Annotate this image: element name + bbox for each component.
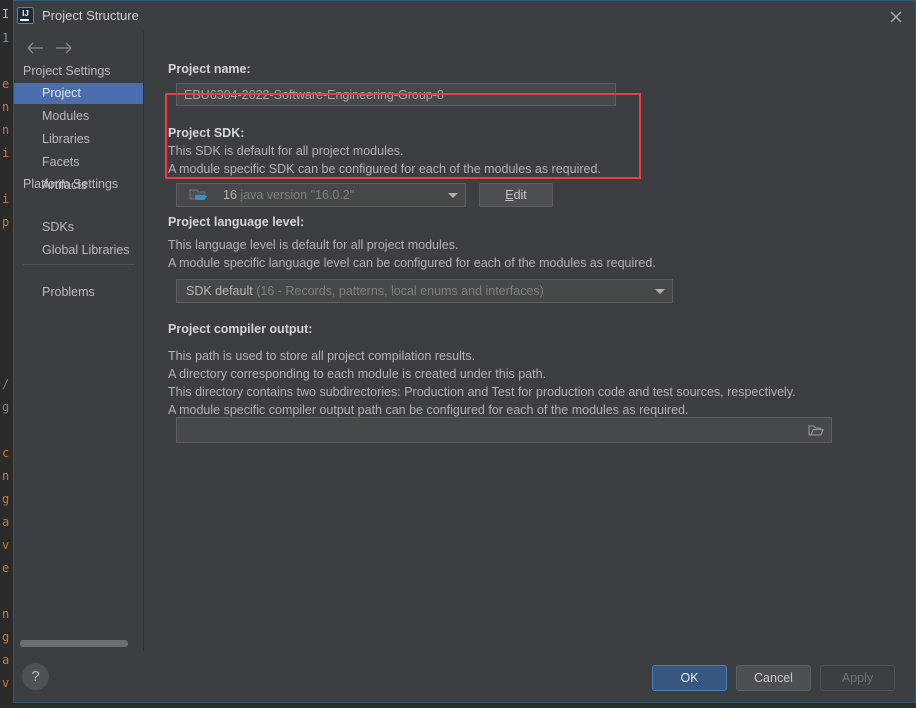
ok-button[interactable]: OK (652, 665, 727, 691)
editor-char: i (2, 192, 10, 206)
scrollbar-thumb[interactable] (20, 640, 128, 647)
editor-char: / (2, 377, 10, 391)
sidebar-item-label: Project (42, 86, 81, 100)
language-level-value: SDK default (16 - Records, patterns, loc… (186, 284, 544, 298)
sidebar-item-label: Problems (42, 285, 95, 299)
sidebar-item-label: Facets (42, 155, 80, 169)
editor-char: i (2, 146, 10, 160)
sidebar-horizontal-scrollbar[interactable] (20, 640, 142, 647)
editor-char: v (2, 538, 10, 552)
intellij-idea-icon: IJ (17, 7, 34, 24)
language-level-detail: (16 - Records, patterns, local enums and… (256, 284, 544, 298)
project-structure-dialog: IJ Project Structure Project Settings Pla (13, 0, 916, 703)
language-level-combobox[interactable]: SDK default (16 - Records, patterns, loc… (176, 279, 673, 303)
sidebar-item-label: Global Libraries (42, 243, 130, 257)
jdk-icon (189, 188, 211, 202)
arrow-right-icon[interactable] (51, 38, 77, 58)
project-sdk-combobox[interactable]: 16 java version "16.0.2" (176, 183, 466, 207)
arrow-left-icon[interactable] (23, 38, 49, 58)
editor-char: e (2, 77, 10, 91)
dialog-titlebar: IJ Project Structure (14, 1, 915, 31)
language-level-desc-2: A module specific language level can be … (168, 256, 656, 270)
sidebar-item-project[interactable]: Project (14, 83, 143, 104)
sidebar-item-problems[interactable]: Problems (14, 282, 143, 303)
editor-char: a (2, 653, 10, 667)
editor-char: c (2, 446, 10, 460)
language-level-desc-1: This language level is default for all p… (168, 238, 459, 252)
dialog-button-bar: ? OK Cancel Apply (14, 651, 915, 702)
sidebar-group-header: Project Settings (23, 64, 111, 78)
edit-sdk-button[interactable]: Edit (479, 183, 553, 207)
editor-char: n (2, 469, 10, 483)
cancel-button[interactable]: Cancel (736, 665, 811, 691)
help-icon[interactable]: ? (22, 663, 49, 690)
sidebar-item-label: Modules (42, 109, 90, 123)
sidebar-divider (23, 264, 135, 265)
editor-char: v (2, 676, 10, 690)
compiler-output-desc-3: This directory contains two subdirectori… (168, 385, 796, 399)
project-name-value: EBU6304-2022-Software-Engineering-Group-… (184, 87, 444, 102)
project-sdk-desc-1: This SDK is default for all project modu… (168, 144, 404, 158)
sidebar-item-facets[interactable]: Facets (14, 152, 143, 173)
project-name-label: Project name: (168, 62, 251, 76)
editor-char: p (2, 215, 10, 229)
sidebar-item-label: SDKs (42, 220, 74, 234)
settings-content-pane: Project name: EBU6304-2022-Software-Engi… (145, 31, 915, 652)
intellij-idea-icon-letters: IJ (22, 9, 29, 18)
apply-button[interactable]: Apply (820, 665, 895, 691)
editor-char: n (2, 123, 10, 137)
editor-char: I (2, 7, 10, 21)
dialog-title: Project Structure (42, 8, 139, 23)
navigation-arrows (14, 35, 144, 61)
project-sdk-desc-2: A module specific SDK can be configured … (168, 162, 601, 176)
sidebar-item-libraries[interactable]: Libraries (14, 129, 143, 150)
editor-char: n (2, 100, 10, 114)
project-name-input[interactable]: EBU6304-2022-Software-Engineering-Group-… (176, 83, 616, 106)
compiler-output-label: Project compiler output: (168, 322, 313, 336)
compiler-output-desc-2: A directory corresponding to each module… (168, 367, 546, 381)
compiler-output-desc-4: A module specific compiler output path c… (168, 403, 689, 417)
sidebar-item-artifacts[interactable]: Artifacts (14, 175, 143, 196)
project-sdk-value: 16 java version "16.0.2" (223, 188, 354, 202)
edit-sdk-button-label: Edit (480, 184, 552, 206)
project-sdk-version: 16 (223, 188, 237, 202)
folder-open-icon[interactable] (804, 419, 830, 441)
language-level-label: Project language level: (168, 215, 305, 229)
language-level-selected: SDK default (186, 284, 253, 298)
editor-char: e (2, 561, 10, 575)
chevron-down-icon[interactable] (441, 184, 465, 206)
sidebar-item-global-libraries[interactable]: Global Libraries (14, 240, 143, 261)
editor-char: g (2, 492, 10, 506)
sidebar-item-sdks[interactable]: SDKs (14, 217, 143, 238)
close-icon[interactable] (885, 6, 907, 28)
chevron-down-icon[interactable] (648, 280, 672, 302)
edit-sdk-rest: dit (513, 188, 527, 202)
editor-char: a (2, 515, 10, 529)
compiler-output-input[interactable] (176, 417, 832, 443)
project-sdk-detail: java version "16.0.2" (240, 188, 355, 202)
editor-char: g (2, 630, 10, 644)
intellij-idea-icon-bar (20, 19, 29, 21)
settings-sidebar: Project Settings Platform Settings Projec… (14, 31, 144, 652)
sidebar-item-label: Libraries (42, 132, 90, 146)
compiler-output-desc-1: This path is used to store all project c… (168, 349, 476, 363)
editor-char: g (2, 400, 10, 414)
help-button-label: ? (31, 668, 40, 685)
edit-sdk-mnemonic: E (505, 188, 514, 202)
editor-char: n (2, 607, 10, 621)
editor-char: 1 (2, 31, 10, 45)
project-sdk-label: Project SDK: (168, 126, 245, 140)
sidebar-item-modules[interactable]: Modules (14, 106, 143, 127)
sidebar-item-label: Artifacts (42, 178, 88, 192)
